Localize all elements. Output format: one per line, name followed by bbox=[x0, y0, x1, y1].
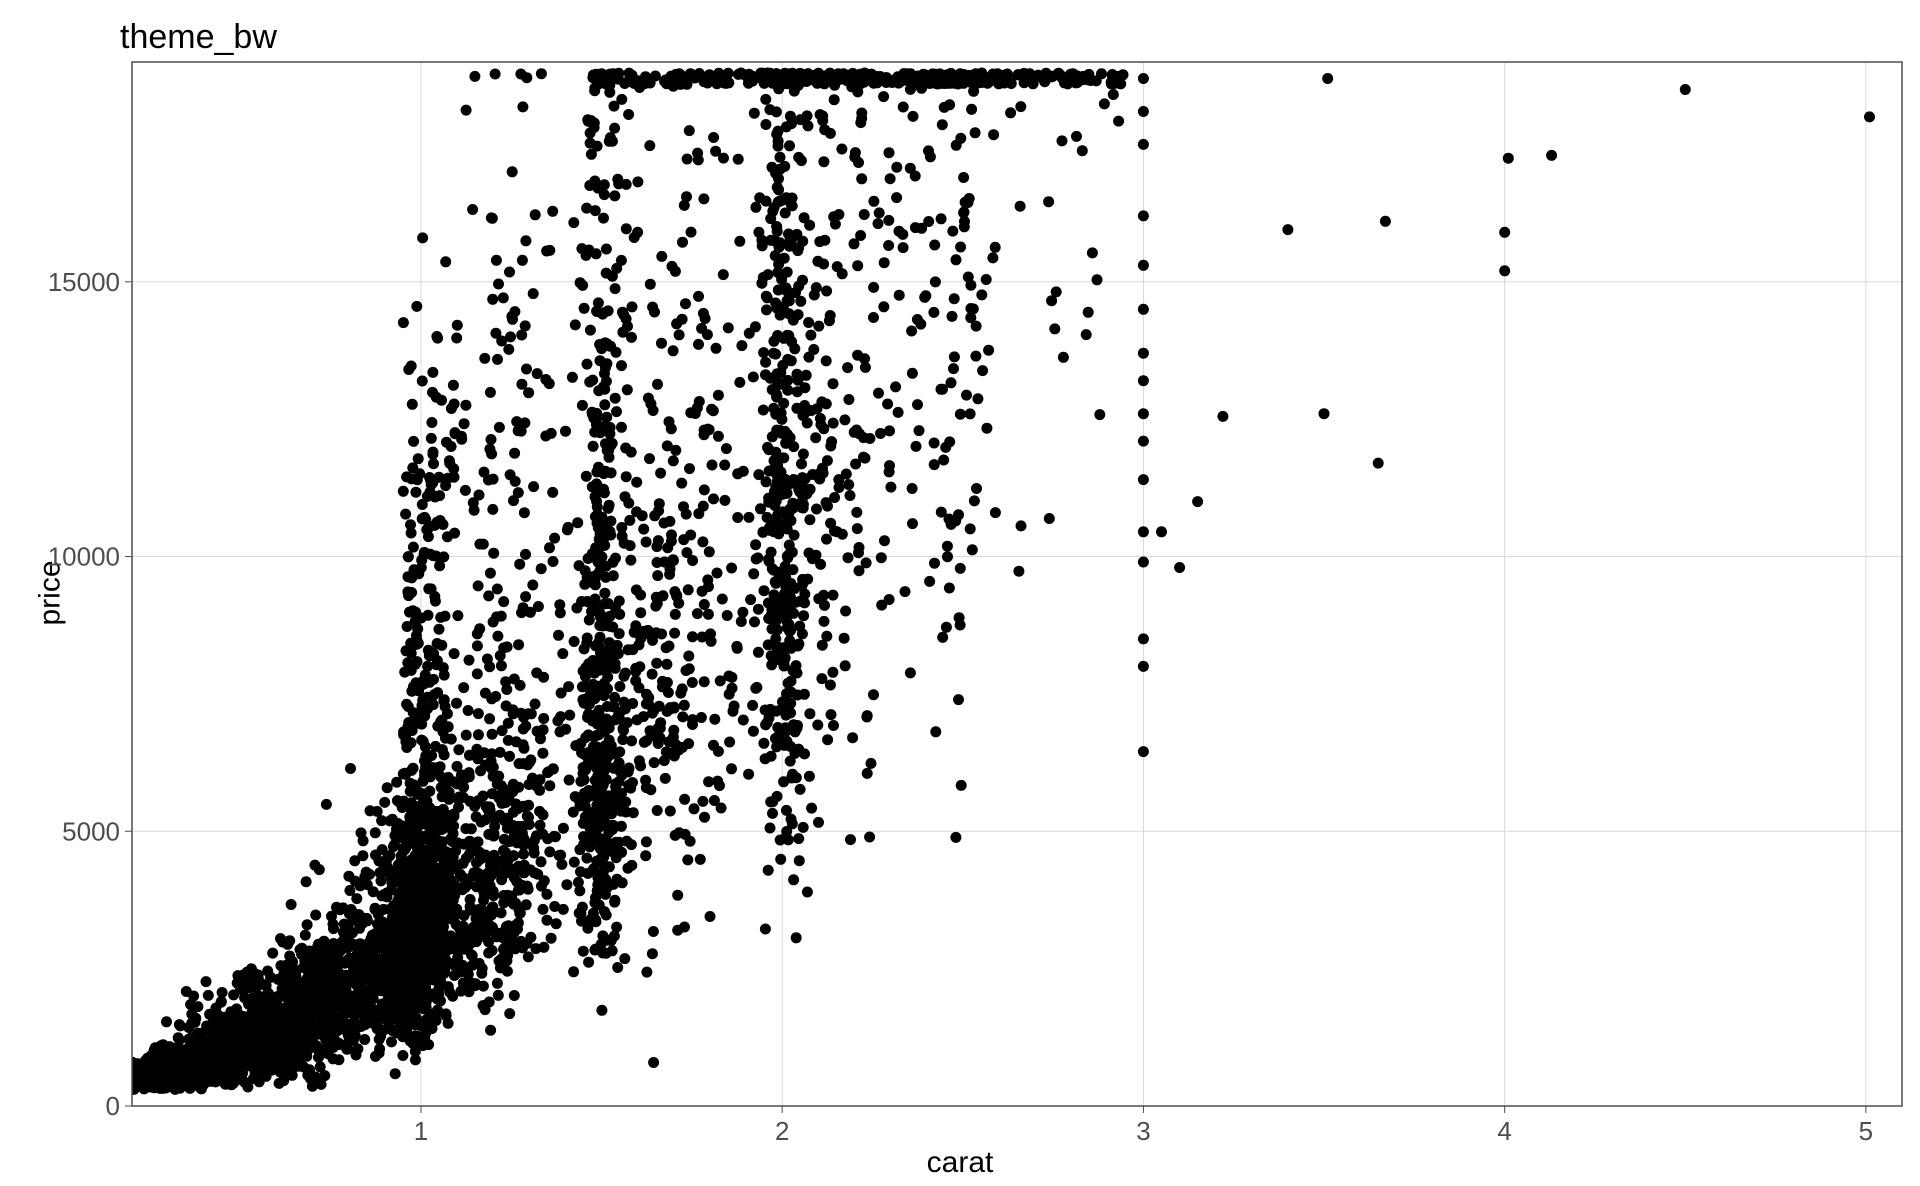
y-axis-tick-labels: 0 5000 10000 15000 bbox=[48, 267, 120, 1121]
y-tick-label: 10000 bbox=[48, 542, 120, 572]
x-axis-tick-labels: 1 2 3 4 5 bbox=[414, 1116, 1873, 1146]
scatter-points bbox=[127, 68, 1875, 1095]
chart-container: theme_bw price carat 12345 0500010000150… bbox=[0, 0, 1920, 1186]
x-tick-label: 5 bbox=[1859, 1116, 1873, 1146]
x-tick-label: 4 bbox=[1497, 1116, 1511, 1146]
x-tick-label: 3 bbox=[1136, 1116, 1150, 1146]
y-tick-label: 15000 bbox=[48, 267, 120, 297]
y-tick-label: 5000 bbox=[62, 816, 120, 846]
x-axis-ticks bbox=[421, 1106, 1866, 1113]
plot-svg: 1 2 3 4 5 0 5000 10000 15000 bbox=[0, 0, 1920, 1186]
y-tick-label: 0 bbox=[106, 1091, 120, 1121]
x-tick-label: 2 bbox=[775, 1116, 789, 1146]
x-tick-label: 1 bbox=[414, 1116, 428, 1146]
y-axis-ticks bbox=[125, 282, 132, 1106]
